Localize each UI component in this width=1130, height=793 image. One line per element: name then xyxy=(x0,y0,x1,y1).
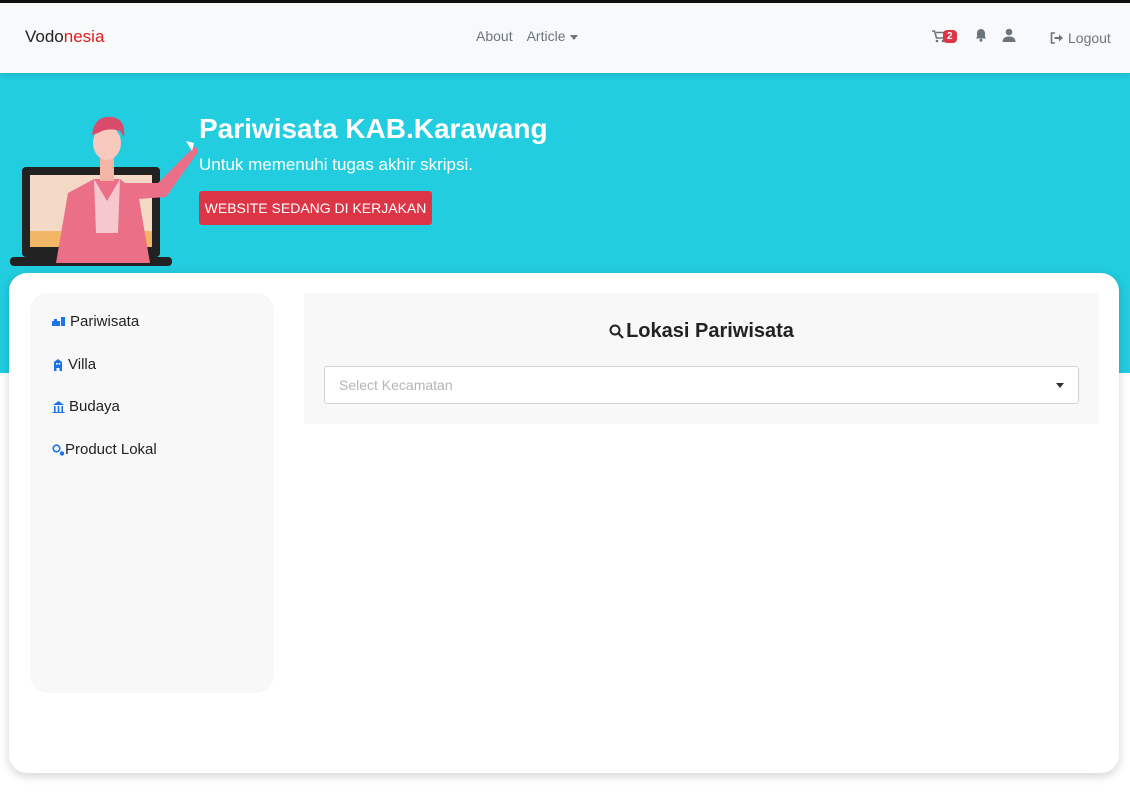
hero-cta-button[interactable]: WEBSITE SEDANG DI KERJAKAN xyxy=(199,191,432,225)
bell-icon xyxy=(975,29,987,42)
presenter-illustration-icon xyxy=(10,116,198,266)
hero-subtitle: Untuk memenuhi tugas akhir skripsi. xyxy=(199,155,474,174)
sidebar-item-label: Budaya xyxy=(69,398,120,415)
notification-button[interactable] xyxy=(975,28,987,48)
logout-button[interactable]: Logout xyxy=(1050,28,1111,48)
cart-button[interactable]: 2 xyxy=(932,28,957,48)
panel-title: Lokasi Pariwisata xyxy=(304,320,1099,343)
nav-links: About Article xyxy=(476,28,578,44)
sidebar-item-product-lokal[interactable]: Product Lokal xyxy=(52,441,157,458)
navbar: Vodonesia About Article 2 Logout xyxy=(0,3,1130,73)
sidebar-item-villa[interactable]: Villa xyxy=(52,356,96,373)
chevron-down-icon xyxy=(569,34,578,40)
chevron-down-icon xyxy=(1056,383,1064,388)
sidebar-item-label: Product Lokal xyxy=(65,441,157,458)
cart-count-badge: 2 xyxy=(943,30,957,44)
panel-title-text: Lokasi Pariwisata xyxy=(626,320,794,342)
nav-link-article[interactable]: Article xyxy=(527,28,578,44)
kecamatan-select-placeholder: Select Kecamatan xyxy=(339,377,453,393)
sidebar-item-label: Pariwisata xyxy=(70,313,140,330)
culture-icon xyxy=(52,400,65,413)
sidebar-item-label: Villa xyxy=(68,356,97,373)
location-panel: Lokasi Pariwisata Select Kecamatan xyxy=(304,293,1099,424)
product-icon xyxy=(52,443,65,456)
profile-button[interactable] xyxy=(1002,28,1016,48)
kecamatan-select[interactable]: Select Kecamatan xyxy=(324,366,1079,404)
content-card: Pariwisata Villa Budaya Product Lokal Lo… xyxy=(9,273,1119,773)
tourism-icon xyxy=(52,317,65,326)
hero-title: Pariwisata KAB.Karawang xyxy=(199,113,548,144)
brand-suffix: nesia xyxy=(63,27,105,46)
brand-prefix: Vodo xyxy=(25,27,64,46)
logout-icon xyxy=(1050,32,1063,44)
sidebar-item-pariwisata[interactable]: Pariwisata xyxy=(52,313,139,330)
sidebar-item-budaya[interactable]: Budaya xyxy=(52,398,120,415)
logout-label: Logout xyxy=(1068,30,1111,46)
search-icon xyxy=(609,324,624,339)
nav-link-article-label: Article xyxy=(526,28,566,44)
nav-link-about[interactable]: About xyxy=(476,28,513,44)
category-sidebar: Pariwisata Villa Budaya Product Lokal xyxy=(30,293,274,693)
hotel-icon xyxy=(54,358,62,371)
brand-logo[interactable]: Vodonesia xyxy=(25,27,104,47)
user-icon xyxy=(1002,28,1016,42)
